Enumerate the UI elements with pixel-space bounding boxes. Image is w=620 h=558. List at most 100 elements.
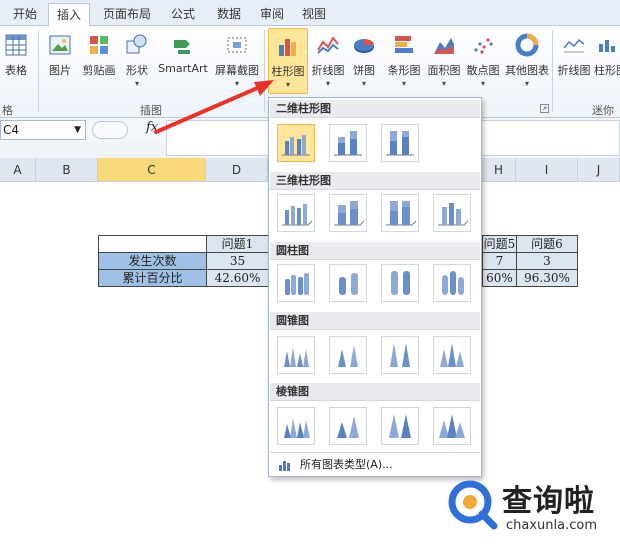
table-icon <box>5 34 27 56</box>
tab-home[interactable]: 开始 <box>4 3 46 26</box>
clustered-cone-option[interactable] <box>277 336 315 374</box>
cylinder-chart-icon <box>391 271 410 295</box>
table-cell[interactable]: 35 <box>206 252 269 270</box>
clustered-pyramid-option[interactable] <box>277 407 315 445</box>
cone-chart-icon <box>284 347 309 367</box>
clipart-button[interactable]: 剪贴画 <box>78 28 120 92</box>
chevron-down-icon: ▾ <box>401 79 406 88</box>
tab-formulas[interactable]: 公式 <box>162 3 204 26</box>
chevron-down-icon: ▾ <box>524 79 529 88</box>
group-label-table: 格 <box>2 104 13 117</box>
other-charts-button[interactable]: 其他图表 ▾ <box>502 28 552 92</box>
table-cell[interactable]: 累计百分比 <box>98 269 207 287</box>
ribbon-tab-bar: 开始 插入 页面布局 公式 数据 审阅 视图 <box>0 0 620 26</box>
table-cell[interactable]: 发生次数 <box>98 252 207 270</box>
shapes-button[interactable]: 形状 ▾ <box>122 28 152 92</box>
scatter-chart-button[interactable]: 散点图 ▾ <box>464 28 502 92</box>
stacked-cylinder-option[interactable] <box>329 264 367 302</box>
shapes-label: 形状 <box>126 64 148 77</box>
section-pyramid: 棱锥图 <box>270 383 480 401</box>
table-label: 表格 <box>5 64 27 77</box>
all-chart-types-label: 所有图表类型(A)... <box>300 458 393 471</box>
3d-cone-option[interactable] <box>433 336 471 374</box>
area-chart-icon <box>434 38 454 54</box>
clipart-icon <box>90 36 108 54</box>
percent-stacked-cylinder-option[interactable] <box>381 264 419 302</box>
column-header-c[interactable]: C <box>98 158 206 182</box>
table-cell[interactable]: 问题1 <box>206 235 269 253</box>
stacked-column-option[interactable] <box>329 124 367 162</box>
chevron-down-icon: ▾ <box>480 79 485 88</box>
name-box[interactable]: C4 ▼ <box>0 120 86 140</box>
pyramid-chart-icon <box>439 414 465 438</box>
cylinder-chart-icon <box>285 273 309 295</box>
pyramid-chart-icon <box>337 416 359 438</box>
sparkline-line-button[interactable]: 折线图 <box>556 28 592 92</box>
cylinder-chart-icon <box>442 271 464 295</box>
tab-view[interactable]: 视图 <box>296 3 332 26</box>
tab-data[interactable]: 数据 <box>208 3 250 26</box>
group-separator <box>38 30 39 112</box>
chevron-down-icon: ▾ <box>325 79 330 88</box>
sparkline-column-button[interactable]: 柱形图 <box>594 28 620 92</box>
3d-percent-stacked-column-option[interactable] <box>381 194 419 232</box>
chevron-down-icon[interactable]: ▼ <box>74 121 81 139</box>
smartart-icon <box>174 40 190 54</box>
section-2d-column: 二维柱形图 <box>270 100 480 118</box>
table-cell[interactable] <box>98 235 207 253</box>
table-cell[interactable]: 问题5 <box>482 235 517 253</box>
clustered-column-icon <box>282 135 310 156</box>
bar-chart-label: 条形图 <box>387 64 421 77</box>
section-cylinder: 圆柱图 <box>270 242 480 260</box>
column-header-i[interactable]: I <box>516 158 578 182</box>
percent-stacked-column-icon <box>386 131 414 156</box>
table-cell[interactable]: 60% <box>482 269 517 287</box>
scatter-chart-label: 散点图 <box>466 64 500 77</box>
line-chart-button[interactable]: 折线图 ▾ <box>310 28 346 92</box>
chevron-down-icon: ▾ <box>361 79 366 88</box>
area-chart-button[interactable]: 面积图 ▾ <box>424 28 464 92</box>
chevron-down-icon: ▾ <box>441 79 446 88</box>
tab-insert[interactable]: 插入 <box>48 3 90 26</box>
3d-clustered-column-option[interactable] <box>277 194 315 232</box>
stacked-cone-option[interactable] <box>329 336 367 374</box>
column-header-b[interactable]: B <box>36 158 98 182</box>
table-button[interactable]: 表格 <box>0 28 32 92</box>
sparkline-line-icon <box>563 38 585 53</box>
percent-stacked-column-option[interactable] <box>381 124 419 162</box>
picture-icon <box>49 35 71 55</box>
pyramid-chart-icon <box>284 418 310 438</box>
column-header-h[interactable]: H <box>482 158 516 182</box>
clustered-column-option[interactable] <box>277 124 315 162</box>
3d-column-option[interactable] <box>433 194 471 232</box>
dialog-launcher-icon[interactable] <box>540 104 549 113</box>
tab-page-layout[interactable]: 页面布局 <box>96 3 158 26</box>
picture-button[interactable]: 图片 <box>44 28 76 92</box>
bar-chart-button[interactable]: 条形图 ▾ <box>384 28 424 92</box>
3d-stacked-column-option[interactable] <box>329 194 367 232</box>
tab-review[interactable]: 审阅 <box>254 3 290 26</box>
column-header-j[interactable]: J <box>578 158 620 182</box>
table-cell[interactable]: 问题6 <box>516 235 578 253</box>
3d-cylinder-option[interactable] <box>433 264 471 302</box>
stacked-column-icon <box>334 131 362 156</box>
stacked-pyramid-option[interactable] <box>329 407 367 445</box>
screenshot-icon <box>227 37 247 53</box>
bar-chart-icon <box>395 36 413 53</box>
percent-stacked-cone-option[interactable] <box>381 336 419 374</box>
table-cell[interactable]: 96.30% <box>516 269 578 287</box>
column-header-d[interactable]: D <box>206 158 268 182</box>
clustered-cylinder-option[interactable] <box>277 264 315 302</box>
pie-chart-button[interactable]: 饼图 ▾ <box>348 28 380 92</box>
sparkline-column-icon <box>599 40 615 52</box>
table-cell[interactable]: 3 <box>516 252 578 270</box>
table-cell[interactable]: 7 <box>482 252 517 270</box>
annotation-arrow <box>154 80 274 134</box>
column-chart-icon <box>279 39 296 56</box>
column-header-a[interactable]: A <box>0 158 36 182</box>
table-cell[interactable]: 42.60% <box>206 269 269 287</box>
percent-stacked-pyramid-option[interactable] <box>381 407 419 445</box>
3d-pyramid-option[interactable] <box>433 407 471 445</box>
formula-bar-expand[interactable] <box>92 121 128 139</box>
clipart-label: 剪贴画 <box>82 64 116 77</box>
